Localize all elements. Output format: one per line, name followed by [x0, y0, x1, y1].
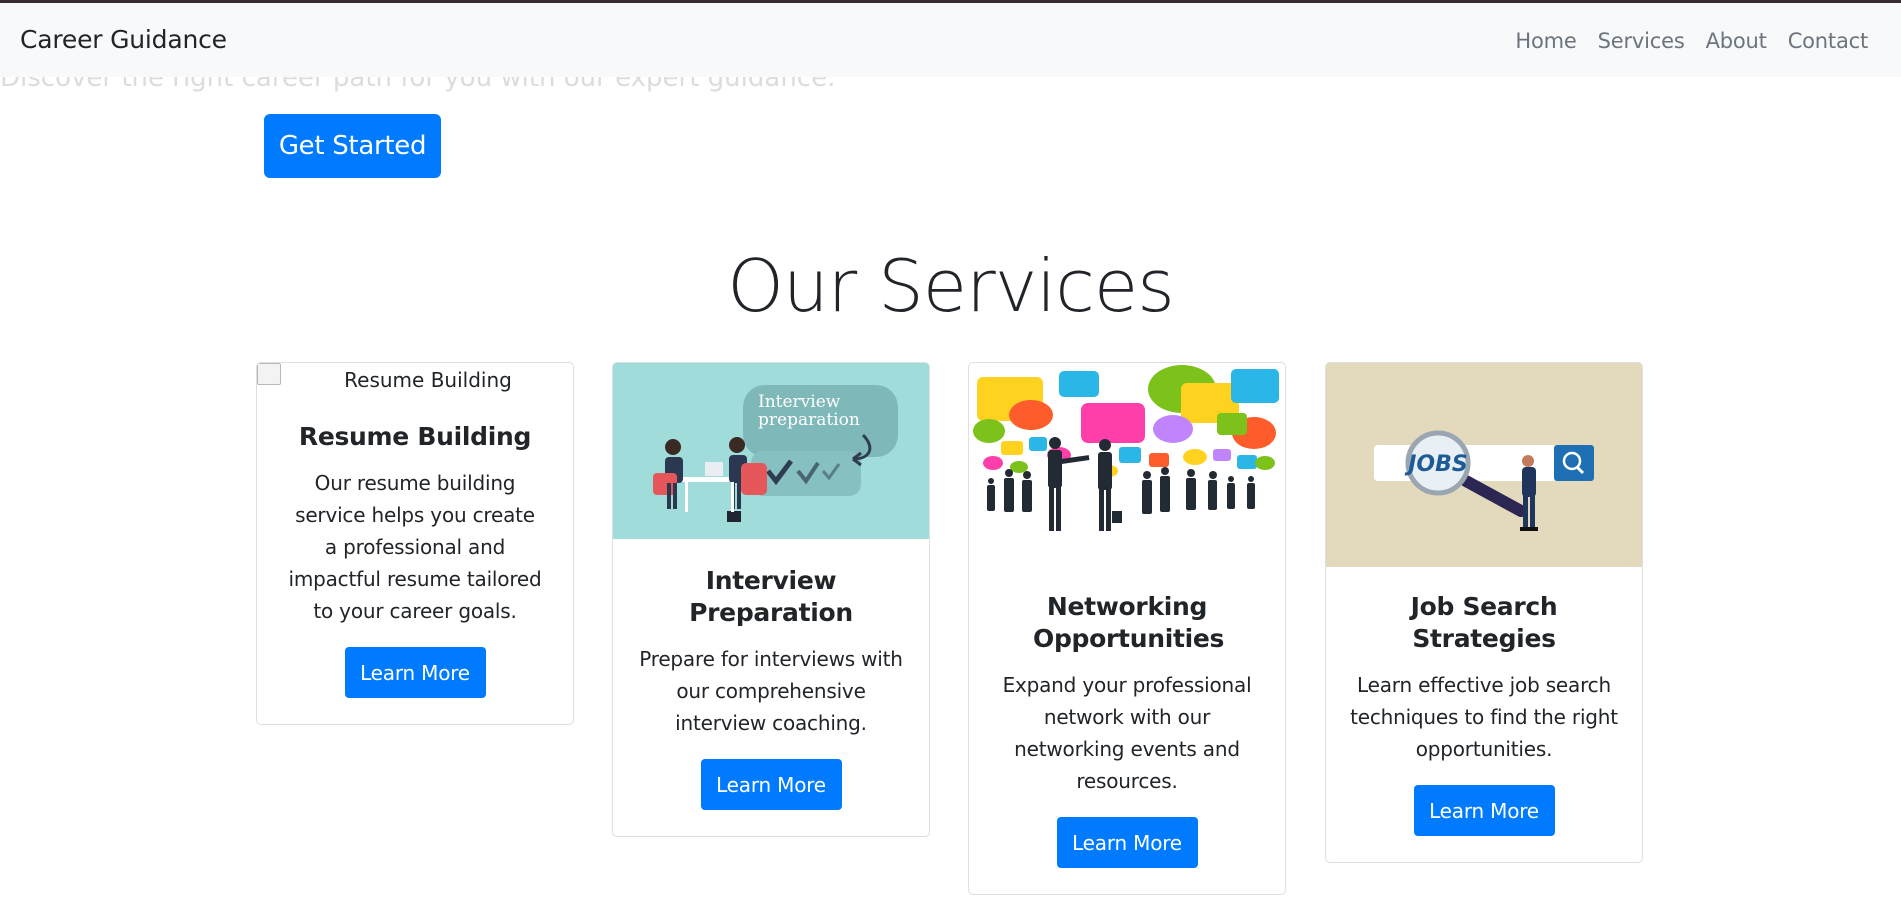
interview-image: Interview preparation	[613, 363, 929, 539]
card-title: Networking Opportunities	[1033, 592, 1225, 653]
card-title: Resume Building	[298, 422, 532, 451]
nav-link-contact[interactable]: Contact	[1788, 29, 1869, 53]
nav-link-services[interactable]: Services	[1598, 29, 1685, 53]
resume-image-alt: Resume Building	[344, 368, 512, 392]
interview-bubble-text-2: preparation	[758, 410, 860, 430]
resume-image: Resume Building	[257, 363, 573, 397]
get-started-button[interactable]: Get Started	[264, 114, 441, 178]
card-title: Interview Preparation	[689, 566, 853, 627]
card-text: Learn effective job search techniques to…	[1350, 673, 1618, 761]
card-text: Our resume building service helps you cr…	[288, 471, 542, 623]
service-card-networking: Networking Opportunities Expand your pro…	[968, 362, 1286, 895]
nav-link-about[interactable]: About	[1706, 29, 1767, 53]
networking-image	[969, 363, 1285, 565]
card-text: Prepare for interviews with our comprehe…	[639, 647, 903, 735]
job-search-image: JOBS	[1326, 363, 1642, 567]
service-card-jobsearch: JOBS Job Search Strategies Learn effecti…	[1325, 362, 1643, 863]
navbar: Career Guidance Home Services About Cont…	[0, 3, 1901, 77]
brand-link[interactable]: Career Guidance	[20, 25, 227, 54]
services-title: Our Services	[727, 244, 1174, 328]
card-title: Job Search Strategies	[1410, 592, 1558, 653]
learn-more-button[interactable]: Learn More	[700, 759, 842, 810]
networking-illustration	[969, 365, 1285, 565]
job-search-illustration: JOBS	[1374, 430, 1594, 531]
nav-links: Home Services About Contact	[1515, 29, 1868, 53]
service-card-interview: Interview preparation Interview Preparat…	[612, 362, 930, 837]
jobs-search-text: JOBS	[1404, 452, 1468, 477]
service-card-resume: Resume Building Resume Building Our resu…	[256, 362, 574, 725]
broken-image-icon	[257, 363, 281, 385]
learn-more-button[interactable]: Learn More	[344, 647, 486, 698]
learn-more-button[interactable]: Learn More	[1056, 817, 1198, 868]
learn-more-button[interactable]: Learn More	[1413, 785, 1555, 836]
interview-illustration: Interview preparation	[653, 385, 898, 522]
card-text: Expand your professional network with ou…	[1002, 673, 1252, 793]
interview-bubble-text: Interview	[758, 392, 841, 412]
nav-link-home[interactable]: Home	[1515, 29, 1576, 53]
